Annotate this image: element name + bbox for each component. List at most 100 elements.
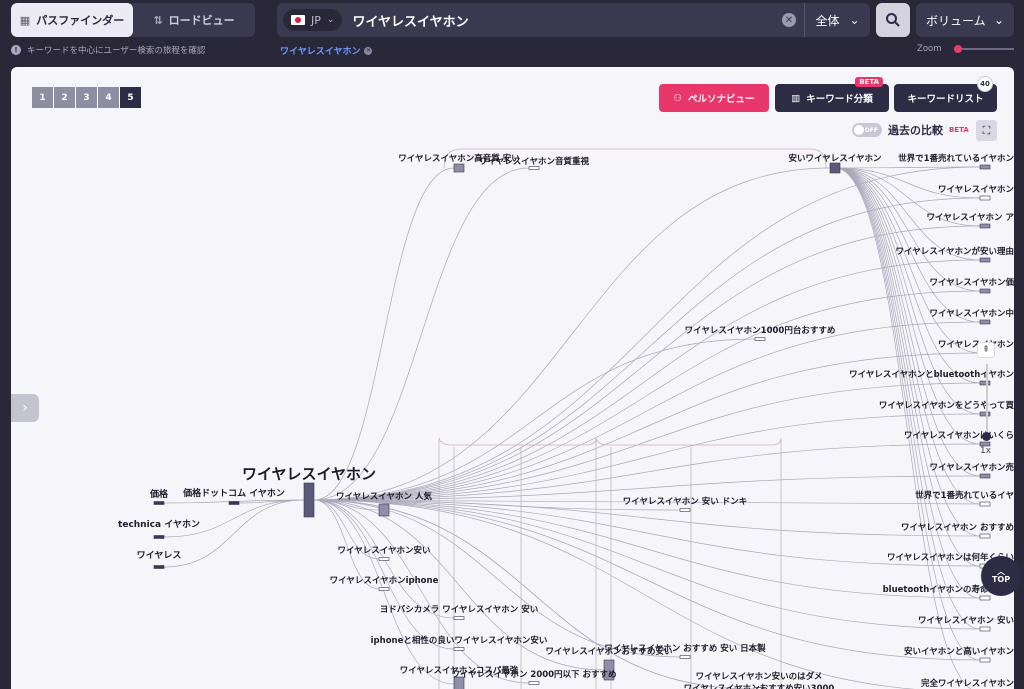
search-button[interactable] — [876, 3, 910, 37]
tab-pathfinder-label: パスファインダー — [36, 14, 125, 27]
step-3[interactable]: 3 — [76, 87, 97, 108]
graph-node — [979, 164, 991, 170]
graph-edge — [313, 225, 981, 501]
search-bar: JP ⌄ ✕ 全体 ⌄ — [277, 3, 870, 37]
graph-node — [979, 223, 991, 229]
graph-node-label: ワイヤレスイヤホン 2000円以下 おすすめ — [451, 670, 616, 680]
graph-node-label: iphoneと相性の良いワイヤレスイヤホン安い — [371, 635, 548, 646]
vertical-zoom-track[interactable] — [986, 364, 988, 436]
close-icon[interactable]: ✕ — [364, 46, 373, 55]
graph-node-label: ワイヤレスイヤホンおすすめ安い — [546, 646, 673, 657]
graph-edge — [313, 259, 981, 501]
graph-node — [528, 681, 540, 685]
graph-node-label: ヨドバシカメラ ワイヤレスイヤホン 安い — [380, 604, 538, 615]
scroll-top-button[interactable]: ︿ TOP — [981, 556, 1021, 596]
graph-node — [979, 319, 991, 325]
map-icon: ▦ — [19, 13, 31, 27]
chevron-down-icon: ⌄ — [326, 15, 335, 25]
keyword-chip-label: ワイヤレスイヤホン — [280, 47, 361, 57]
graph-node-label: ワイヤレスイヤホン 安い ドンキ — [623, 496, 747, 507]
tab-roadview-label: ロードビュー — [168, 14, 235, 27]
graph-node-label: 完全ワイヤレスイヤホン — [921, 678, 1014, 689]
graph-node — [979, 501, 991, 507]
graph-node-label: 価格ドットコム イヤホン — [182, 487, 285, 499]
vertical-zoom-knob[interactable] — [982, 432, 991, 441]
graph-edge — [834, 167, 981, 567]
graph-edge — [313, 499, 530, 684]
chevron-right-icon: › — [22, 400, 28, 416]
graph-node-label: ワイヤレスイヤホン安いのはダメ — [696, 671, 823, 682]
persona-view-label: ペルソナビュー — [688, 94, 755, 105]
zoom-slider[interactable] — [953, 45, 1014, 53]
graph-node-label: 世界で1番売れているイヤホン — [898, 153, 1014, 164]
sort-value: ボリューム — [926, 13, 986, 28]
compare-control: OFF 過去の比較 BETA — [852, 122, 969, 138]
graph-node-label: ワイヤレスイヤホンおすすめ安い3000 — [684, 683, 835, 689]
keyword-class-button[interactable]: ▥ キーワード分類 BETA — [775, 77, 889, 112]
persona-icon: ⚇ — [673, 92, 682, 104]
graph-node — [979, 473, 991, 479]
info-icon: ! — [11, 45, 21, 55]
graph-node — [979, 533, 991, 539]
fit-icon[interactable]: ⇞ — [977, 342, 995, 358]
zoom-level: 1x — [980, 446, 992, 456]
graph-edge — [163, 499, 305, 568]
scope-select[interactable]: 全体 ⌄ — [804, 3, 870, 37]
fullscreen-button[interactable]: ⛶ — [976, 120, 997, 141]
graph-node-label: ワイヤレスイヤホン安い — [338, 545, 431, 556]
graph-edge — [163, 499, 305, 538]
graph-node-label: ワイヤレスイヤホン1000円台おすすめ — [685, 325, 836, 336]
graph-edge — [313, 338, 756, 501]
hint-label: キーワードを中心にユーザー検索の旅程を確認 — [27, 46, 206, 56]
graph-node-label: ワイヤレスイヤホン 安い — [918, 615, 1014, 626]
tab-roadview[interactable]: ⇅ ロードビュー — [133, 3, 255, 37]
clear-icon[interactable]: ✕ — [782, 13, 796, 27]
graph-node — [378, 587, 390, 591]
keyword-list-button[interactable]: キーワードリスト 40 — [894, 76, 997, 112]
graph-canvas[interactable]: ワイヤレスイヤホン 価格 価格ドットコム イヤホン technica イヤホン ワイヤレ… — [11, 67, 1014, 689]
graph-node-label: ワイヤレスイヤホン中 — [930, 308, 1015, 319]
graph-edge — [313, 413, 981, 501]
step-selector: 1 2 3 4 5 — [32, 87, 141, 108]
graph-node-label: ワイヤレスイヤホンが安い理由 — [896, 246, 1015, 257]
graph-node-label: ワイヤレスイヤホン価 — [930, 277, 1015, 288]
sidebar-expand-button[interactable]: › — [11, 394, 39, 422]
chevron-down-icon: ⌄ — [993, 13, 1004, 27]
graph-node-label: ワイヤレスイヤホンiphone — [330, 576, 439, 586]
graph-node-label: ワイヤレスイヤホンはいくら — [904, 431, 1014, 441]
search-input[interactable] — [352, 12, 782, 28]
tab-pathfinder[interactable]: ▦ パスファインダー — [11, 3, 133, 37]
graph-node-label: ワイヤレスイヤホン — [938, 185, 1014, 195]
country-code: JP — [311, 13, 321, 27]
hint-text: ! キーワードを中心にユーザー検索の旅程を確認 — [11, 44, 205, 56]
top-bar: ▦ パスファインダー ⇅ ロードビュー JP ⌄ ✕ 全体 ⌄ ボリューム ⌄ … — [0, 0, 1024, 66]
graph-node — [153, 565, 165, 569]
persona-view-button[interactable]: ⚇ ペルソナビュー — [659, 84, 769, 112]
step-4[interactable]: 4 — [98, 87, 119, 108]
graph-node-label: ワイヤレスイヤホン音質重視 — [479, 156, 589, 167]
step-2[interactable]: 2 — [54, 87, 75, 108]
graph-edge — [313, 167, 530, 501]
graph-node-label: ワイヤレスイヤホン — [242, 465, 376, 483]
graph-node — [979, 626, 991, 632]
compare-toggle[interactable]: OFF — [852, 123, 882, 137]
fullscreen-icon: ⛶ — [982, 123, 991, 137]
keyword-chip[interactable]: ワイヤレスイヤホン ✕ — [280, 44, 373, 57]
step-1[interactable]: 1 — [32, 87, 53, 108]
graph-node-label: ワイヤレスイヤホン おすすめ — [901, 523, 1014, 533]
graph-node — [453, 616, 465, 620]
graph-node — [979, 257, 991, 263]
sort-select[interactable]: ボリューム ⌄ — [916, 3, 1014, 37]
country-select[interactable]: JP ⌄ — [283, 9, 343, 31]
japan-flag-icon — [291, 15, 305, 25]
keyword-class-label: キーワード分類 — [806, 94, 873, 105]
graph-node — [829, 162, 841, 174]
zoom-slider-knob[interactable] — [953, 45, 962, 53]
graph-node-label: ワイヤレスイヤホン — [938, 340, 1014, 350]
graph-node-label: 安いワイヤレスイヤホン — [789, 153, 882, 164]
graph-node — [153, 535, 165, 539]
graph-edge — [313, 499, 455, 685]
graph-node — [303, 482, 315, 518]
graph-node — [453, 647, 465, 651]
step-5[interactable]: 5 — [120, 87, 141, 108]
